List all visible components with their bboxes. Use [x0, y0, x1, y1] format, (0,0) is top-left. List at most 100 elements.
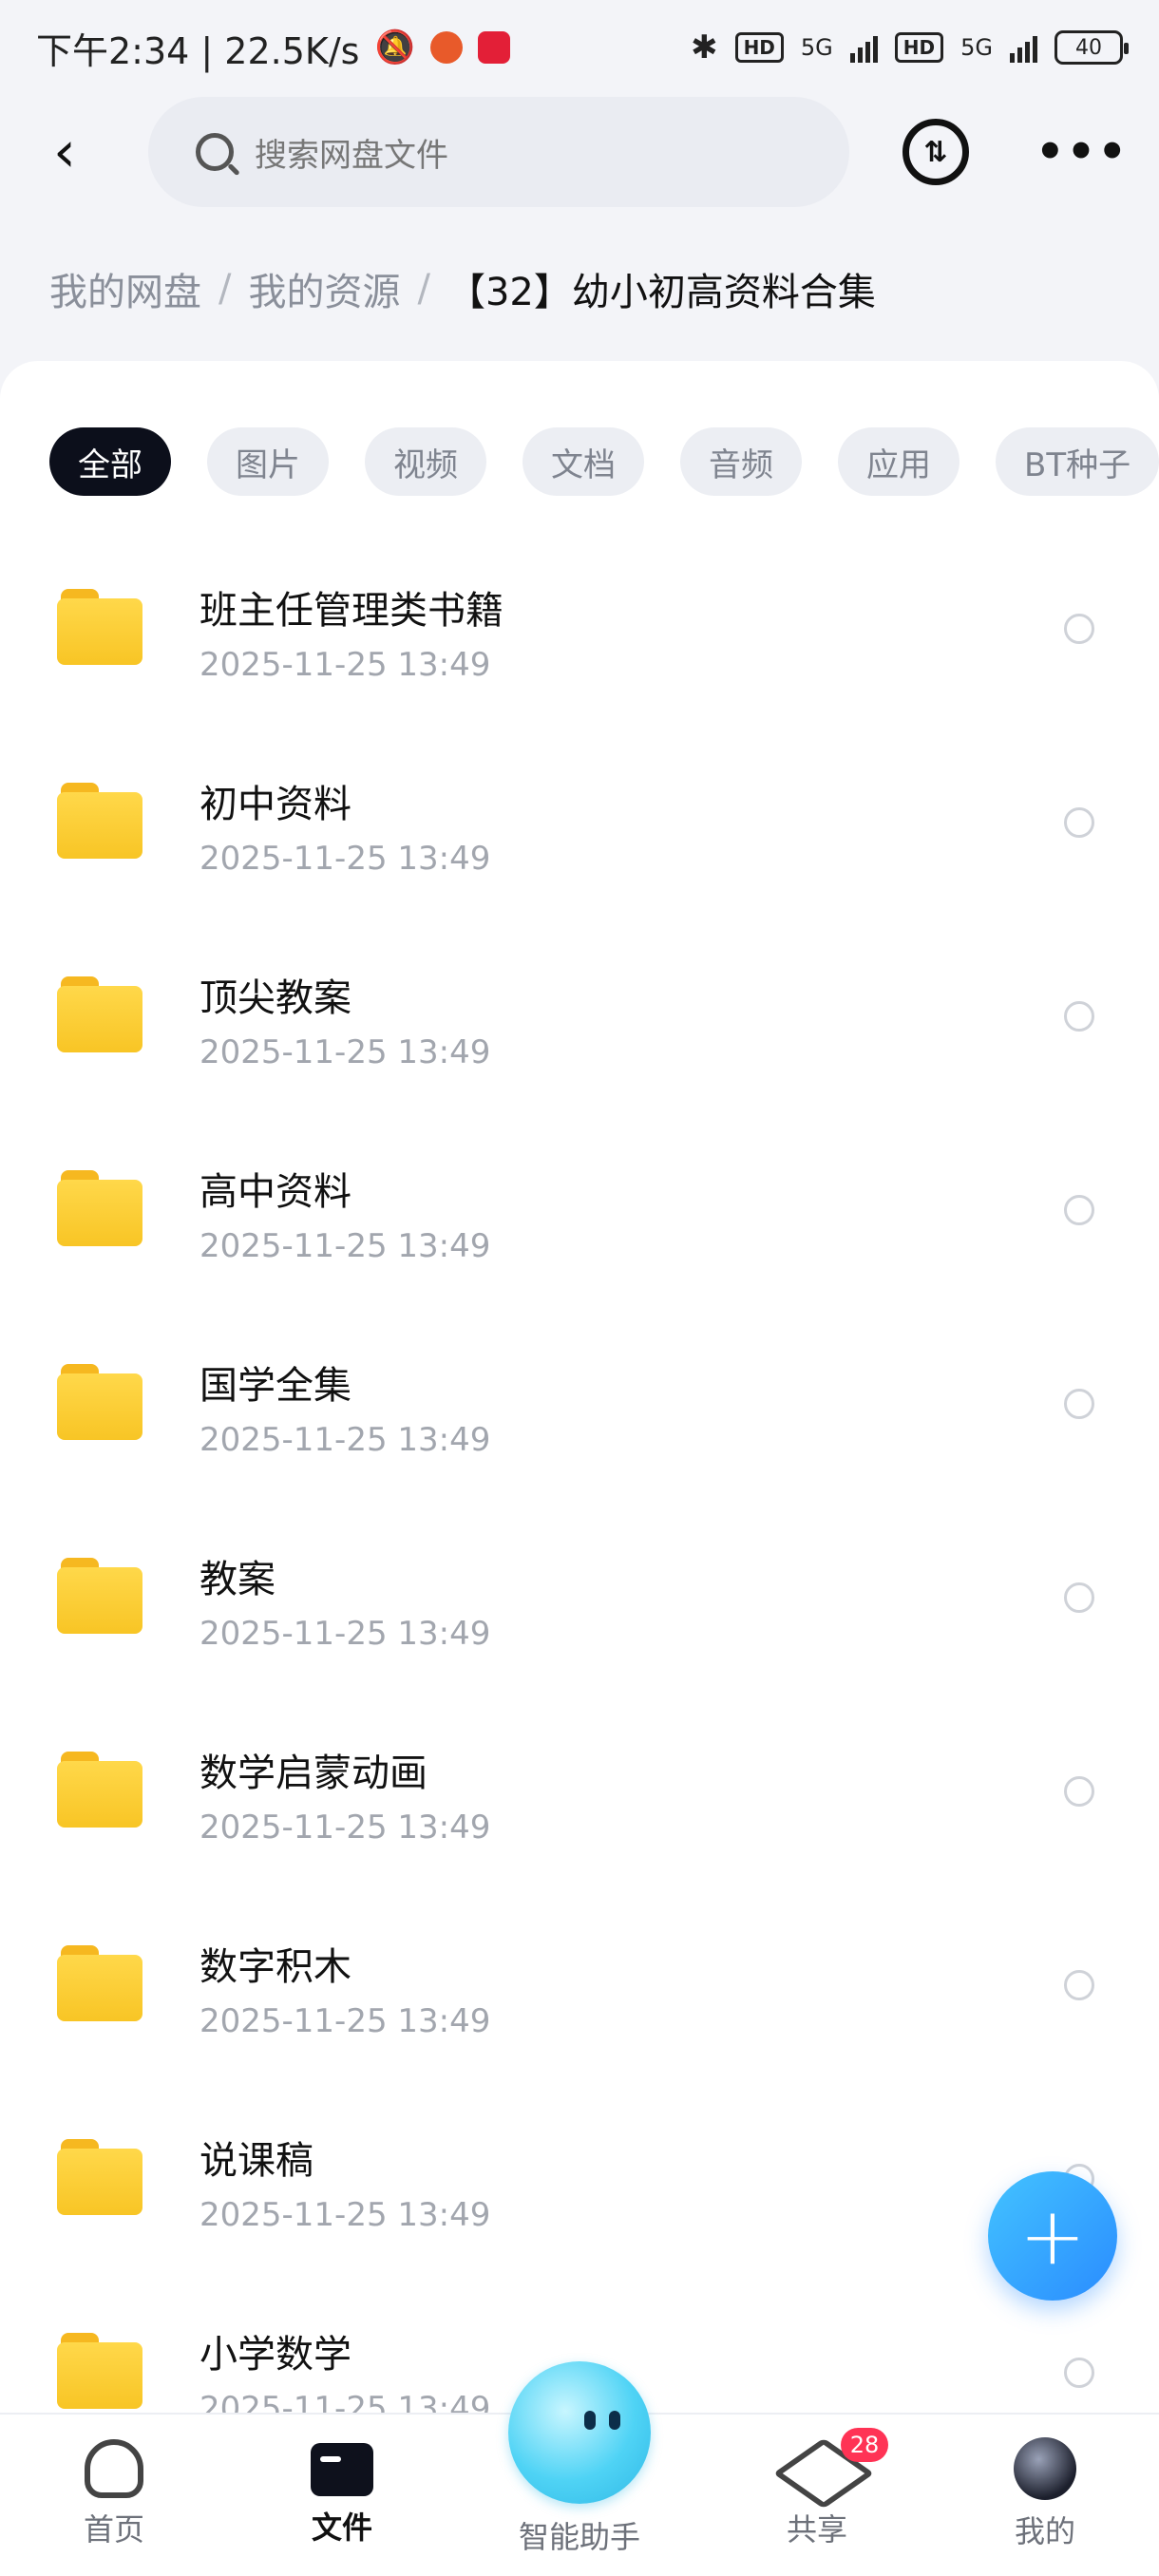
- more-dots-icon: •••: [1036, 125, 1130, 179]
- filter-chip-audio[interactable]: 音频: [680, 427, 802, 496]
- status-right: ✱ HD 5G HD 5G 40: [691, 28, 1129, 66]
- file-list: 班主任管理类书籍 2025-11-25 13:49 初中资料 2025-11-2…: [0, 551, 1159, 2489]
- more-button[interactable]: •••: [1036, 125, 1129, 179]
- folder-icon: [57, 783, 142, 859]
- folder-icon: [57, 1558, 142, 1634]
- bluetooth-icon: ✱: [691, 28, 718, 66]
- folder-row[interactable]: 顶尖教案 2025-11-25 13:49: [0, 938, 1159, 1132]
- battery-level: 40: [1075, 35, 1102, 60]
- folder-time: 2025-11-25 13:49: [200, 840, 491, 878]
- folder-name: 数字积木: [200, 1945, 352, 1989]
- folder-time: 2025-11-25 13:49: [200, 2002, 491, 2040]
- signal-icon: [849, 32, 878, 63]
- network-type-2: 5G: [960, 34, 993, 61]
- nav-label-assistant: 智能助手: [518, 2519, 640, 2555]
- filter-chip-apps[interactable]: 应用: [838, 427, 960, 496]
- folder-icon: [57, 976, 142, 1052]
- search-input[interactable]: 搜索网盘文件: [148, 97, 849, 207]
- breadcrumb-item-my-resources[interactable]: 我的资源: [248, 261, 400, 316]
- avatar: [1014, 2437, 1076, 2500]
- transfer-icon: ⇅: [923, 135, 948, 169]
- folder-icon: [57, 2333, 142, 2409]
- select-checkbox[interactable]: [1064, 2358, 1094, 2388]
- select-checkbox[interactable]: [1064, 614, 1094, 644]
- folder-name: 班主任管理类书籍: [200, 589, 504, 633]
- folder-icon: [57, 589, 142, 665]
- folder-name: 数学启蒙动画: [200, 1752, 428, 1795]
- nav-item-share[interactable]: 28 共享: [722, 2415, 912, 2576]
- tmall-notification-icon: [477, 31, 510, 64]
- status-left: 下午2:34 | 22.5K/s 🔕: [36, 22, 510, 74]
- hd-badge-2: HD: [894, 32, 944, 63]
- breadcrumb: 我的网盘 / 我的资源 / 【32】幼小初高资料合集: [49, 261, 876, 316]
- folder-name: 教案: [200, 1558, 276, 1601]
- folder-tab-icon: [311, 2443, 373, 2496]
- folder-icon: [57, 1752, 142, 1828]
- folder-row[interactable]: 高中资料 2025-11-25 13:49: [0, 1132, 1159, 1326]
- select-checkbox[interactable]: [1064, 1389, 1094, 1419]
- folder-row[interactable]: 班主任管理类书籍 2025-11-25 13:49: [0, 551, 1159, 745]
- battery-icon: 40: [1054, 30, 1129, 65]
- select-checkbox[interactable]: [1064, 1776, 1094, 1807]
- nav-label-share: 共享: [786, 2511, 847, 2548]
- bell-muted-icon: 🔕: [374, 28, 415, 66]
- folder-icon: [57, 2139, 142, 2215]
- paper-plane-icon: 28: [786, 2428, 888, 2498]
- top-bar: ‹ 搜索网盘文件 ⇅ •••: [0, 95, 1159, 209]
- folder-name: 国学全集: [200, 1364, 352, 1408]
- folder-name: 小学数学: [200, 2333, 352, 2377]
- breadcrumb-separator: /: [417, 267, 430, 311]
- filter-chip-images[interactable]: 图片: [207, 427, 329, 496]
- nav-label-files: 文件: [311, 2510, 372, 2546]
- breadcrumb-separator: /: [218, 267, 232, 311]
- folder-row[interactable]: 数字积木 2025-11-25 13:49: [0, 1907, 1159, 2101]
- back-button[interactable]: ‹: [28, 116, 101, 188]
- nav-item-me[interactable]: 我的: [950, 2415, 1140, 2576]
- breadcrumb-current: 【32】幼小初高资料合集: [446, 271, 876, 314]
- folder-row[interactable]: 初中资料 2025-11-25 13:49: [0, 745, 1159, 938]
- folder-name: 说课稿: [200, 2139, 314, 2183]
- select-checkbox[interactable]: [1064, 1970, 1094, 2000]
- folder-time: 2025-11-25 13:49: [200, 1227, 491, 1265]
- folder-row[interactable]: 国学全集 2025-11-25 13:49: [0, 1326, 1159, 1520]
- search-placeholder: 搜索网盘文件: [255, 136, 448, 175]
- filter-chip-bt[interactable]: BT种子: [996, 427, 1159, 496]
- folder-name: 初中资料: [200, 783, 352, 826]
- filter-bar: 全部 图片 视频 文档 音频 应用 BT种子: [49, 427, 1159, 496]
- select-checkbox[interactable]: [1064, 807, 1094, 838]
- folder-row[interactable]: 数学启蒙动画 2025-11-25 13:49: [0, 1714, 1159, 1907]
- folder-icon: [57, 1364, 142, 1440]
- search-icon: [196, 133, 234, 171]
- file-list-card: 全部 图片 视频 文档 音频 应用 BT种子 班主任管理类书籍 2025-11-…: [0, 361, 1159, 2576]
- select-checkbox[interactable]: [1064, 1001, 1094, 1032]
- add-button[interactable]: +: [988, 2171, 1117, 2301]
- chevron-left-icon: ‹: [53, 119, 76, 185]
- select-checkbox[interactable]: [1064, 1582, 1094, 1613]
- network-type: 5G: [800, 34, 833, 61]
- filter-chip-videos[interactable]: 视频: [365, 427, 486, 496]
- folder-time: 2025-11-25 13:49: [200, 646, 491, 684]
- hd-badge: HD: [734, 32, 784, 63]
- share-count-badge: 28: [841, 2428, 888, 2462]
- folder-icon: [57, 1945, 142, 2021]
- assistant-orb-icon: [508, 2361, 651, 2504]
- folder-time: 2025-11-25 13:49: [200, 1809, 491, 1847]
- folder-icon: [57, 1170, 142, 1246]
- nav-item-home[interactable]: 首页: [19, 2415, 209, 2576]
- folder-row[interactable]: 说课稿 2025-11-25 13:49: [0, 2101, 1159, 2295]
- home-icon: [85, 2439, 143, 2498]
- folder-time: 2025-11-25 13:49: [200, 1615, 491, 1653]
- breadcrumb-item-my-drive[interactable]: 我的网盘: [49, 261, 201, 316]
- signal-icon-2: [1010, 32, 1037, 63]
- app-notification-icon: [429, 31, 463, 64]
- filter-chip-all[interactable]: 全部: [49, 427, 171, 496]
- folder-time: 2025-11-25 13:49: [200, 2196, 491, 2234]
- plus-icon: +: [1018, 2189, 1087, 2282]
- folder-row[interactable]: 教案 2025-11-25 13:49: [0, 1520, 1159, 1714]
- nav-item-assistant[interactable]: 智能助手: [494, 2361, 665, 2576]
- nav-item-files[interactable]: 文件: [247, 2415, 437, 2576]
- transfer-button[interactable]: ⇅: [902, 119, 969, 185]
- folder-time: 2025-11-25 13:49: [200, 1033, 491, 1071]
- filter-chip-documents[interactable]: 文档: [522, 427, 644, 496]
- select-checkbox[interactable]: [1064, 1195, 1094, 1225]
